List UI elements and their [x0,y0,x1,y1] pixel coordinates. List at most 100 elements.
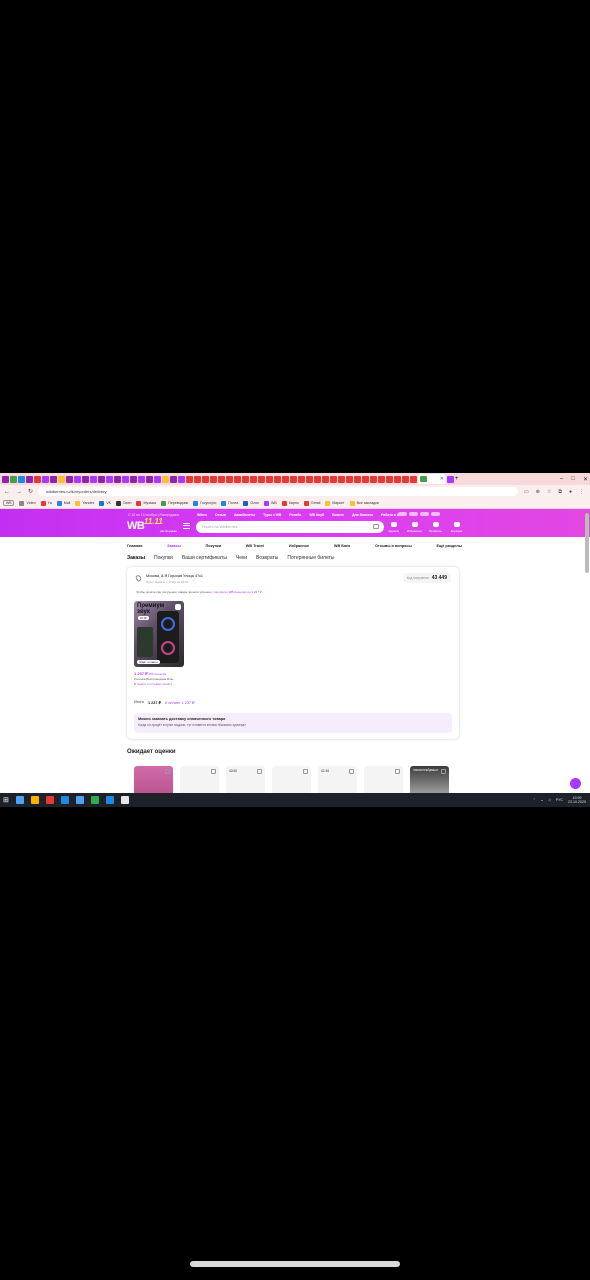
tab-favicon-icon[interactable] [42,475,49,483]
tab-favicon-icon[interactable] [186,475,193,483]
tab-favicon-icon[interactable] [210,475,217,483]
subnav-item[interactable]: Отзывы и вопросы [375,544,412,548]
taskbar-app-icon[interactable] [120,796,129,804]
tab-favicon-icon[interactable] [338,475,345,483]
tab-4[interactable]: Возвраты [256,555,278,561]
subnav-item[interactable]: Главная [127,544,142,548]
tab-favicon-icon[interactable] [346,475,353,483]
extensions-icon[interactable]: ⧉ [558,489,562,495]
tab-favicon-icon[interactable] [234,475,241,483]
top-link[interactable]: Релейс [289,513,301,517]
tab-favicon-icon[interactable] [258,475,265,483]
review-card[interactable] [134,766,173,796]
bookmark-item[interactable]: Переводчик [161,500,188,506]
tab-favicon-icon[interactable] [298,475,305,483]
reload-icon[interactable]: ↻ [28,488,33,495]
subnav-item[interactable]: WB Travel [246,544,264,548]
pill[interactable] [409,512,418,516]
tab-favicon-icon[interactable] [330,475,337,483]
tab-favicon-icon[interactable] [322,475,329,483]
tab-favicon-icon[interactable] [74,475,81,483]
taskbar-app-icon[interactable] [90,796,99,804]
bookmark-item[interactable]: Карты [281,500,299,506]
top-link[interactable]: Бизнес [332,513,344,517]
tab-favicon-icon[interactable] [250,475,257,483]
tab-favicon-icon[interactable] [154,475,161,483]
zoom-icon[interactable]: ⊕ [536,489,540,495]
review-card[interactable] [272,766,311,796]
tab-5[interactable]: Потерянные билеты [287,555,334,561]
tab-favicon-icon[interactable] [274,475,281,483]
windows-start-icon[interactable]: ⊞ [3,796,9,804]
scrollbar[interactable] [585,513,589,573]
tab-favicon-icon[interactable] [178,475,185,483]
top-link[interactable]: WB Клуб [309,513,324,517]
subnav-item[interactable]: Ещё разделы [436,544,461,548]
bookmark-item[interactable]: Ya [40,500,52,506]
bookmark-item[interactable]: WB [263,500,277,506]
bookmark-item[interactable]: Маркет [325,500,345,506]
minimize-icon[interactable]: – [560,476,563,482]
tab-favicon-icon[interactable] [66,475,73,483]
tab-favicon-icon[interactable] [242,475,249,483]
pay-link[interactable]: К оплате 1 237 ₽ [165,700,195,705]
language-indicator[interactable]: РУС [556,798,563,802]
tab-favicon-icon[interactable] [354,475,361,483]
taskbar-app-icon[interactable] [30,796,39,804]
tab-favicon-icon[interactable] [266,475,273,483]
chevron-up-icon[interactable]: ⌃ [533,798,536,802]
bookmark-item[interactable]: VK [99,500,111,506]
top-link[interactable]: Wibes [197,513,207,517]
tab-favicon-icon[interactable] [122,475,129,483]
tab-favicon-icon[interactable] [90,475,97,483]
top-link[interactable]: Авиабилеты [234,513,255,517]
tab-favicon-icon[interactable] [138,475,145,483]
bookmark-item[interactable]: Музыка [136,500,156,506]
volume-icon[interactable]: ◁ [548,798,551,802]
subnav-item[interactable]: WB Банк [334,544,350,548]
tab-favicon-icon[interactable] [362,475,369,483]
new-tab-icon[interactable]: + [455,476,459,482]
tab-favicon-icon[interactable] [10,475,17,483]
bookmark-item[interactable]: Все закладки [349,500,379,506]
star-icon[interactable]: ☆ [547,489,551,495]
home-indicator[interactable] [190,1261,400,1267]
subnav-item[interactable]: Избранное [289,544,309,548]
chat-icon[interactable] [570,778,581,789]
bookmark-item[interactable]: Госуслуги [193,500,216,506]
active-tab[interactable]: ✕ [418,474,446,484]
taskbar-app-icon[interactable] [60,796,69,804]
top-link[interactable]: Отзыв [215,513,226,517]
profile-icon[interactable]: ● [569,489,572,495]
tab-favicon-icon[interactable] [34,475,41,483]
tab-favicon-icon[interactable] [18,475,25,483]
tab-favicon-icon[interactable] [98,475,105,483]
tab-favicon-icon[interactable] [226,475,233,483]
pickup-address[interactable]: Москва, 8-Я Горская Улица 47к1 [146,574,203,578]
tab-favicon-icon[interactable] [306,475,313,483]
bookmark-item[interactable]: Video [19,500,36,506]
taskbar-app-icon[interactable] [15,796,24,804]
subnav-item[interactable]: Заказы [167,544,181,548]
menu-icon[interactable]: ⋮ [579,489,584,495]
pill[interactable] [398,512,407,516]
tab-favicon-icon[interactable] [378,475,385,483]
tab-favicon-icon[interactable] [394,475,401,483]
install-icon[interactable]: ▭ [524,489,529,495]
network-icon[interactable]: ◒ [541,798,543,802]
bookmark-item[interactable]: Gmail [304,500,320,506]
review-card[interactable]: 42-46 [318,766,357,796]
pill[interactable] [420,512,429,516]
header-item-user[interactable]: Профиль [428,522,443,533]
search-input[interactable]: Искать на Wildberries [196,521,384,533]
tab-close-icon[interactable]: ✕ [440,476,444,482]
top-link[interactable]: Для бизнеса [352,513,373,517]
forward-icon[interactable]: → [16,489,22,495]
taskbar-app-icon[interactable] [75,796,84,804]
tab-favicon-icon[interactable] [82,475,89,483]
tab-favicon-icon[interactable] [130,475,137,483]
wallet-topup-link[interactable]: пополните WB Кошелёк на 1 237 ₽ [213,590,261,594]
tab-favicon-icon[interactable] [194,475,201,483]
product-status-link[interactable]: В пункте и отправят оплату [134,682,178,686]
tab-favicon-icon[interactable] [2,475,9,483]
